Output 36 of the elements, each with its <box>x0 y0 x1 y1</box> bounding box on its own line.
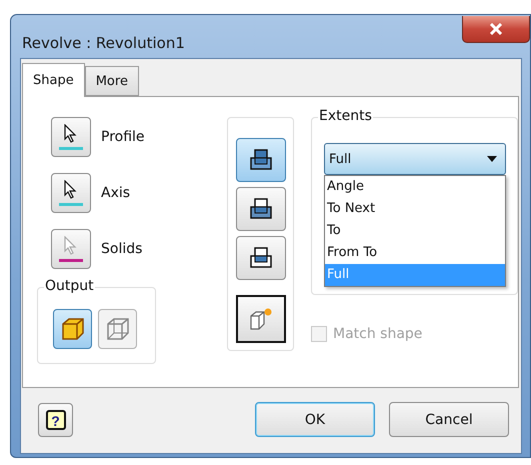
dropdown-option[interactable]: Angle <box>325 176 505 198</box>
extrude-direction-icon <box>248 197 273 221</box>
dropdown-option[interactable]: To Next <box>325 198 505 220</box>
direction-button[interactable] <box>236 236 286 280</box>
output-button[interactable] <box>53 309 92 349</box>
close-icon <box>489 23 503 35</box>
extrude-direction-icon <box>248 246 273 270</box>
tab[interactable]: Shape <box>22 63 85 97</box>
select-button[interactable] <box>51 173 91 213</box>
wireframe-cube-icon <box>104 316 130 342</box>
extents-dropdown[interactable]: Full <box>324 143 506 175</box>
dialog-button[interactable]: Cancel <box>389 402 509 437</box>
pointer-icon <box>63 236 79 256</box>
direction-button[interactable] <box>236 138 286 182</box>
help-button[interactable]: ? <box>38 402 73 436</box>
close-button[interactable] <box>462 16 530 43</box>
dropdown-option[interactable]: To <box>325 220 505 242</box>
cube-spark-icon <box>248 306 274 332</box>
dropdown-option[interactable]: From To <box>325 242 505 264</box>
direction-button[interactable] <box>236 187 286 231</box>
output-button[interactable] <box>98 309 137 349</box>
selector-label: Solids <box>101 241 142 257</box>
pointer-icon <box>63 180 79 200</box>
pointer-icon <box>63 124 79 144</box>
selector-label: Axis <box>101 185 130 201</box>
checkbox-label: Match shape <box>333 326 422 342</box>
extrude-direction-icon <box>248 148 273 172</box>
window-title: Revolve : Revolution1 <box>22 34 185 52</box>
group-title: Output <box>44 278 95 294</box>
tab[interactable]: More <box>84 66 139 96</box>
select-button[interactable] <box>51 117 91 157</box>
dialog-button[interactable]: OK <box>255 402 375 437</box>
selector-label: Profile <box>101 129 145 145</box>
solid-cube-icon <box>60 316 86 342</box>
new-solid-button[interactable] <box>236 295 286 343</box>
caret-icon <box>487 156 497 162</box>
